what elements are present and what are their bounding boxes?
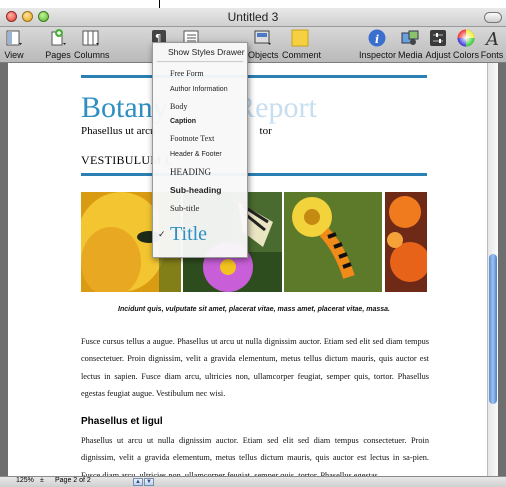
comment-button[interactable]: Comment	[282, 28, 322, 60]
document-canvas[interactable]: Botany Report Phasellus ut arcu tor VESTI…	[0, 63, 506, 476]
title-bar: Untitled 3	[0, 8, 506, 27]
columns-button[interactable]: Columns	[74, 28, 110, 60]
checkmark-icon: ✓	[158, 229, 166, 239]
svg-text:A: A	[484, 29, 499, 48]
zoom-stepper[interactable]: ±	[40, 477, 44, 484]
adjust-button[interactable]: Adjust	[425, 28, 451, 60]
inspector-button[interactable]: i Inspector	[359, 28, 397, 60]
fonts-icon: A	[484, 29, 499, 48]
columns-label: Columns	[74, 50, 110, 60]
colors-label: Colors	[453, 50, 480, 60]
media-icon	[401, 30, 419, 45]
photo-caterpillar[interactable]	[284, 192, 382, 292]
photo-orange-flowers[interactable]	[385, 192, 427, 292]
objects-icon	[254, 30, 271, 45]
section-rule	[81, 173, 427, 176]
pages-label: Pages	[45, 50, 71, 60]
page-indicator: Page 2 of 2	[55, 477, 91, 484]
comment-label: Comment	[282, 50, 322, 60]
menu-item-title[interactable]: ✓ Title	[153, 223, 247, 247]
body-paragraph-1[interactable]: Fusce cursus tellus a augue. Phasellus u…	[81, 333, 429, 402]
document-subtitle-part1: Phasellus ut arcu	[81, 125, 156, 137]
menu-separator	[157, 61, 243, 62]
top-rule	[81, 75, 427, 78]
adjust-icon	[430, 30, 446, 46]
inspector-label: Inspector	[359, 50, 397, 60]
paragraph-styles-menu: Show Styles Drawer Free Form Author Info…	[152, 42, 248, 258]
view-button[interactable]: View	[3, 28, 25, 60]
view-label: View	[4, 50, 24, 60]
zoom-level[interactable]: 125%	[16, 477, 34, 484]
objects-label: Objects	[248, 50, 279, 60]
scrollbar-thumb[interactable]	[489, 254, 497, 404]
fonts-label: Fonts	[480, 50, 504, 60]
vertical-scrollbar[interactable]	[487, 63, 498, 476]
media-button[interactable]: Media	[398, 28, 423, 60]
comment-icon	[291, 29, 309, 47]
photo-caption[interactable]: Incidunt quis, vulputate sit amet, place…	[81, 306, 427, 313]
next-page-button[interactable]: ▼	[144, 478, 154, 486]
toolbar: View Pages Columns ¶ Objects Comment i I…	[0, 27, 506, 63]
toolbar-toggle-button[interactable]	[484, 12, 502, 23]
section-heading-2[interactable]: Phasellus et ligul	[81, 416, 163, 427]
colors-button[interactable]: Colors	[453, 28, 479, 60]
color-wheel-icon	[457, 29, 475, 47]
pages-button[interactable]: Pages	[45, 28, 71, 60]
document-page[interactable]: Botany Report Phasellus ut arcu tor VESTI…	[8, 63, 498, 476]
previous-page-button[interactable]: ▲	[133, 478, 143, 486]
pages-icon	[51, 29, 66, 46]
media-label: Media	[398, 50, 423, 60]
status-bar: 125% ± Page 2 of 2 ▲ ▼	[0, 476, 506, 487]
objects-button[interactable]: Objects	[248, 28, 279, 60]
svg-text:i: i	[375, 33, 379, 46]
fonts-button[interactable]: A Fonts	[480, 28, 504, 60]
document-subtitle-part2: tor	[259, 125, 272, 137]
window-title: Untitled 3	[227, 10, 279, 24]
adjust-label: Adjust	[425, 50, 451, 60]
body-paragraph-2[interactable]: Phasellus ut arcu ut nulla dignissim auc…	[81, 432, 429, 476]
info-icon: i	[368, 29, 386, 47]
columns-icon	[82, 30, 99, 46]
view-icon	[6, 30, 22, 46]
